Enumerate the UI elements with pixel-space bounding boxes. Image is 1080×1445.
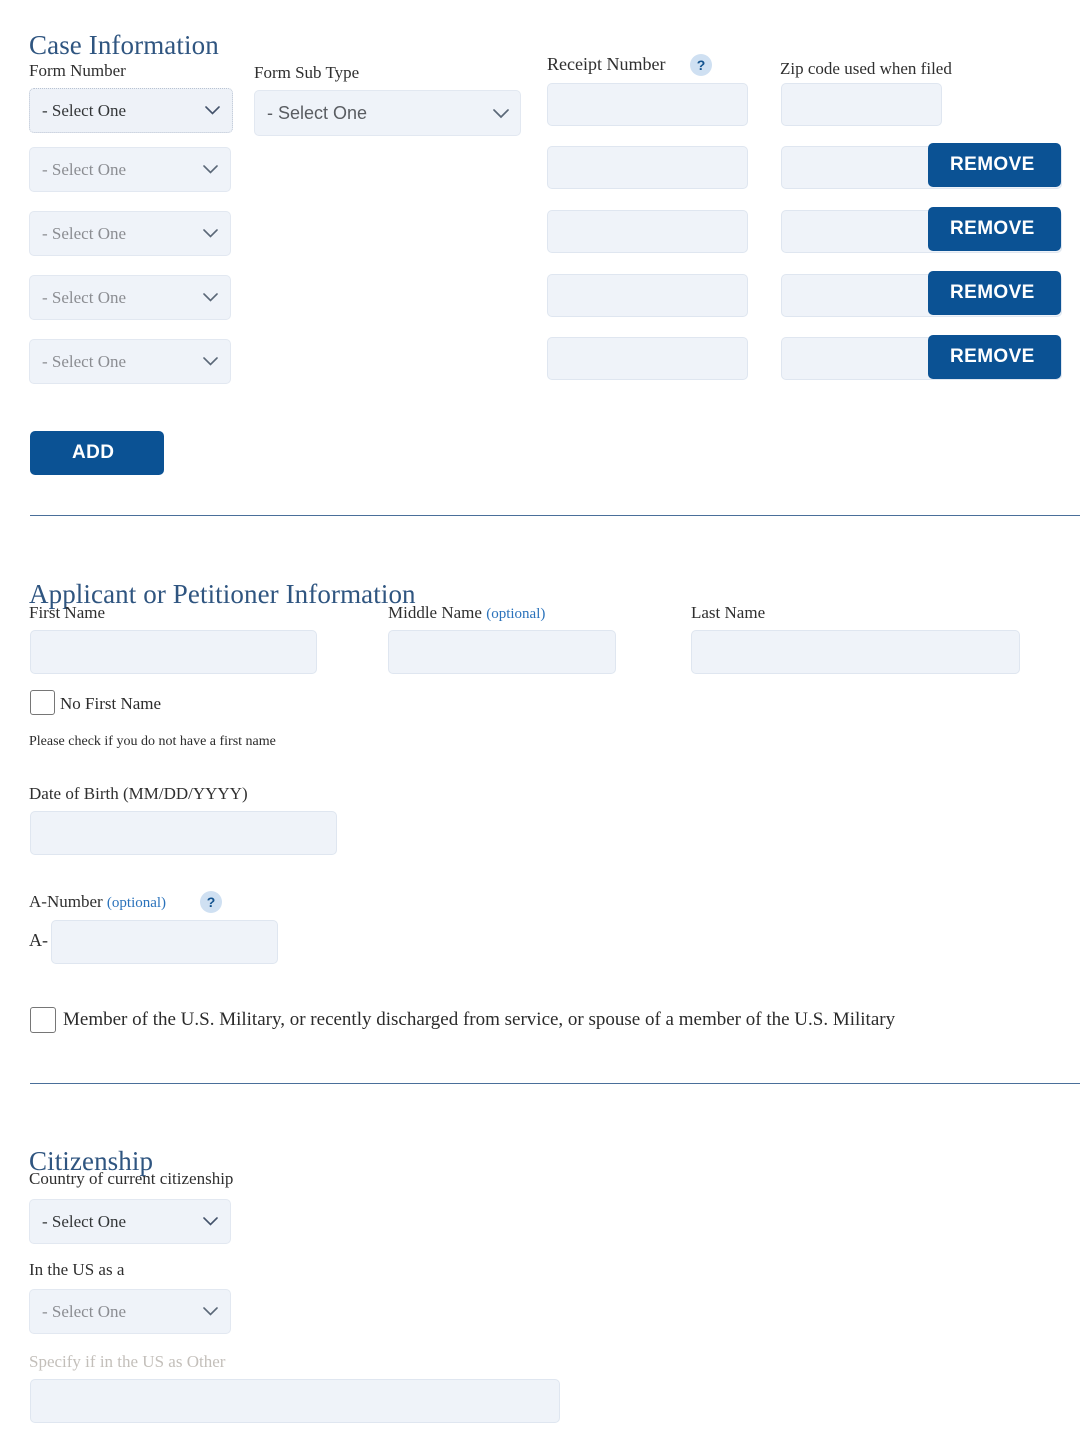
chevron-down-icon xyxy=(203,1307,218,1316)
chevron-down-icon xyxy=(493,108,509,118)
form-number-select-4[interactable]: - Select One xyxy=(29,339,231,384)
form-page: Case Information Form Number Form Sub Ty… xyxy=(0,0,1080,1445)
country-of-citizenship-select[interactable]: - Select One xyxy=(29,1199,231,1244)
receipt-number-input-4[interactable] xyxy=(547,337,748,380)
chevron-down-icon xyxy=(203,1217,218,1226)
a-number-optional-tag: (optional) xyxy=(106,895,167,911)
specify-other-input[interactable] xyxy=(30,1379,560,1423)
middle-name-label-text: Middle Name xyxy=(388,603,482,622)
date-of-birth-input[interactable] xyxy=(30,811,337,855)
form-number-select-0[interactable]: - Select One xyxy=(29,88,233,133)
form-sub-type-select[interactable]: - Select One xyxy=(254,90,521,136)
a-number-prefix: A- xyxy=(29,930,48,950)
receipt-number-input-0[interactable] xyxy=(547,83,748,126)
form-number-select-3[interactable]: - Select One xyxy=(29,275,231,320)
section-divider-1 xyxy=(30,515,1080,516)
chevron-down-icon xyxy=(203,229,218,238)
receipt-number-input-3[interactable] xyxy=(547,274,748,317)
first-name-label: First Name xyxy=(29,603,106,622)
a-number-label: A-Number (optional) xyxy=(29,892,166,912)
chevron-down-icon xyxy=(203,357,218,366)
remove-button-2[interactable]: REMOVE xyxy=(928,207,1061,251)
middle-name-input[interactable] xyxy=(388,630,616,674)
last-name-input[interactable] xyxy=(691,630,1020,674)
section-divider-2 xyxy=(30,1083,1080,1084)
form-sub-type-label: Form Sub Type xyxy=(254,63,360,82)
a-number-input[interactable] xyxy=(51,920,278,964)
military-checkbox[interactable] xyxy=(30,1007,56,1033)
country-of-citizenship-select-value: - Select One xyxy=(42,1211,127,1231)
chevron-down-icon xyxy=(203,293,218,302)
form-sub-type-select-value: - Select One xyxy=(267,102,368,123)
middle-name-optional-tag: (optional) xyxy=(486,606,546,622)
no-first-name-helper-text: Please check if you do not have a first … xyxy=(29,734,276,749)
add-button[interactable]: ADD xyxy=(30,431,164,475)
specify-other-label: Specify if in the US as Other xyxy=(29,1352,226,1371)
receipt-number-label: Receipt Number xyxy=(547,54,666,74)
remove-button-3[interactable]: REMOVE xyxy=(928,271,1061,315)
remove-button-4[interactable]: REMOVE xyxy=(928,335,1061,379)
form-number-select-4-value: - Select One xyxy=(42,351,127,371)
form-number-select-1[interactable]: - Select One xyxy=(29,147,231,192)
military-checkbox-label: Member of the U.S. Military, or recently… xyxy=(63,1009,896,1030)
in-us-as-select-value: - Select One xyxy=(42,1301,127,1321)
case-information-heading: Case Information xyxy=(29,30,219,61)
zip-code-label: Zip code used when filed xyxy=(780,59,952,78)
in-us-as-label: In the US as a xyxy=(29,1260,125,1279)
chevron-down-icon xyxy=(203,165,218,174)
form-number-select-3-value: - Select One xyxy=(42,287,127,307)
receipt-number-help-icon[interactable]: ? xyxy=(690,54,712,76)
chevron-down-icon xyxy=(205,106,220,115)
no-first-name-label: No First Name xyxy=(60,694,162,713)
form-number-select-1-value: - Select One xyxy=(42,159,127,179)
form-number-label: Form Number xyxy=(29,61,126,80)
receipt-number-input-2[interactable] xyxy=(547,210,748,253)
middle-name-label: Middle Name (optional) xyxy=(388,603,545,623)
form-number-select-0-value: - Select One xyxy=(42,100,127,120)
country-of-citizenship-label: Country of current citizenship xyxy=(29,1169,234,1188)
form-number-select-2-value: - Select One xyxy=(42,223,127,243)
form-number-select-2[interactable]: - Select One xyxy=(29,211,231,256)
remove-button-1[interactable]: REMOVE xyxy=(928,143,1061,187)
no-first-name-checkbox[interactable] xyxy=(30,690,55,715)
a-number-label-text: A-Number xyxy=(29,892,103,911)
last-name-label: Last Name xyxy=(691,603,766,622)
date-of-birth-label: Date of Birth (MM/DD/YYYY) xyxy=(29,784,248,803)
a-number-help-icon[interactable]: ? xyxy=(200,891,222,913)
first-name-input[interactable] xyxy=(30,630,317,674)
in-us-as-select[interactable]: - Select One xyxy=(29,1289,231,1334)
zip-code-input-0[interactable] xyxy=(781,83,942,126)
receipt-number-input-1[interactable] xyxy=(547,146,748,189)
